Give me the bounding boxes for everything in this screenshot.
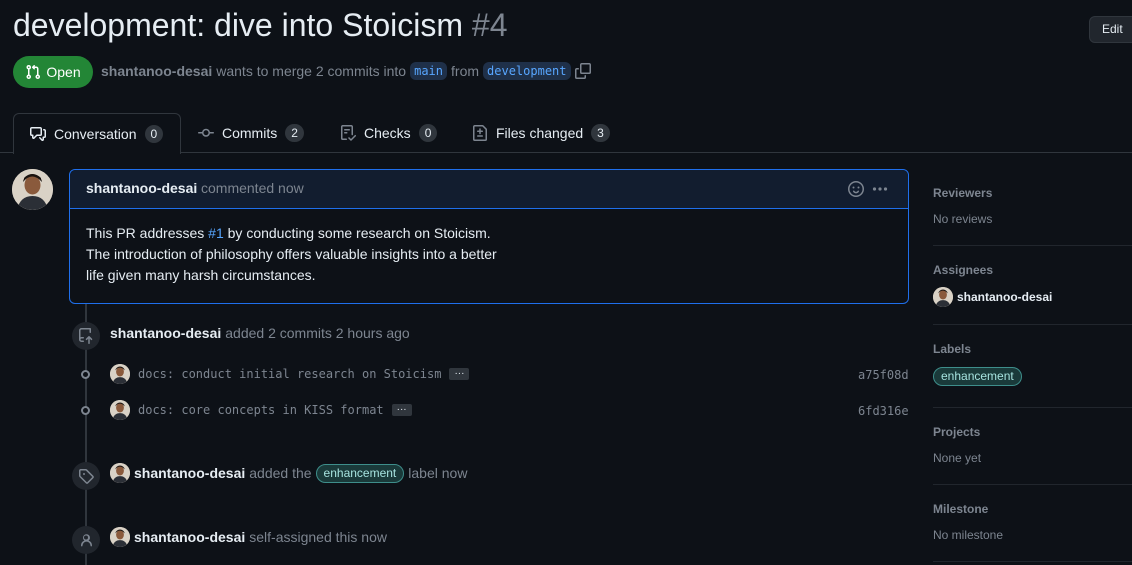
sidebar-heading-reviewers[interactable]: Reviewers (933, 186, 992, 200)
commit-sha[interactable]: a75f08d (858, 368, 909, 382)
tab-conversation[interactable]: Conversation 0 (13, 113, 181, 154)
sidebar-value-milestone: No milestone (933, 528, 1004, 542)
avatar-image (110, 527, 130, 547)
assignee[interactable]: shantanoo-desai (933, 287, 1052, 307)
event-text: added the (249, 465, 312, 481)
pr-title-text: development: dive into Stoicism (13, 7, 463, 43)
comment-header: shantanoo-desai commented now (70, 170, 908, 209)
git-pull-request-icon (26, 64, 41, 80)
tab-checks[interactable]: Checks 0 (340, 113, 438, 153)
avatar-image (110, 400, 130, 420)
commit-row: docs: core concepts in KISS format ··· (110, 400, 412, 420)
label-badge[interactable]: enhancement (315, 463, 405, 483)
smiley-icon[interactable] (848, 181, 864, 197)
tab-counter: 0 (418, 124, 438, 142)
checklist-icon (341, 125, 356, 141)
sidebar-value-reviewers: No reviews (933, 212, 993, 226)
tab-label: Conversation (54, 126, 137, 142)
merge-text: wants to merge 2 commits into (216, 63, 407, 79)
tag-icon (78, 469, 94, 484)
sidebar-divider (933, 561, 1132, 562)
commit-dot (81, 406, 90, 415)
pr-title: development: dive into Stoicism #4 (13, 4, 507, 46)
avatar-image (12, 169, 53, 210)
pr-meta: shantanoo-desai wants to merge 2 commits… (101, 61, 591, 81)
event-author[interactable]: shantanoo-desai (110, 325, 221, 341)
from-text: from (451, 63, 480, 79)
sidebar-divider (933, 245, 1132, 246)
commit-message[interactable]: docs: core concepts in KISS format (138, 403, 384, 417)
repo-push-icon (79, 328, 93, 344)
sidebar-heading-milestone[interactable]: Milestone (933, 502, 988, 516)
event-text: added 2 commits 2 hours ago (225, 325, 410, 341)
pr-author-link[interactable]: shantanoo-desai (101, 63, 212, 79)
event-author[interactable]: shantanoo-desai (134, 465, 245, 481)
avatar[interactable] (110, 527, 130, 547)
kebab-horizontal-icon[interactable] (872, 181, 888, 197)
expand-button[interactable]: ··· (391, 404, 412, 416)
sidebar-heading-assignees[interactable]: Assignees (933, 263, 993, 277)
avatar[interactable] (12, 169, 53, 210)
commit-dot (81, 370, 90, 379)
avatar[interactable] (110, 463, 130, 483)
base-branch[interactable]: main (410, 62, 448, 80)
commit-message[interactable]: docs: conduct initial research on Stoici… (138, 367, 441, 381)
edit-button[interactable]: Edit (1089, 16, 1132, 43)
comment-time[interactable]: commented now (201, 180, 304, 196)
tab-label: Commits (222, 125, 278, 141)
avatar[interactable] (110, 400, 130, 420)
sidebar-divider (933, 484, 1132, 485)
comment-line: life given many harsh circumstances. (86, 267, 316, 283)
expand-button[interactable]: ··· (449, 368, 470, 380)
sidebar-heading-projects[interactable]: Projects (933, 425, 980, 439)
timeline-badge (72, 322, 100, 350)
commit-sha[interactable]: 6fd316e (858, 404, 909, 418)
tab-label: Checks (364, 125, 411, 141)
comment-text: by conducting some research on Stoicism. (223, 225, 491, 241)
comment-text: This PR addresses (86, 225, 209, 241)
comment-body: This PR addresses #1 by conducting some … (86, 223, 886, 286)
avatar[interactable] (110, 364, 130, 384)
tab-files-changed[interactable]: Files changed 3 (472, 113, 610, 153)
comment-author[interactable]: shantanoo-desai (86, 180, 197, 196)
tab-counter: 0 (144, 125, 164, 143)
event-text: label now (408, 465, 468, 481)
assign-event: shantanoo-desai self-assigned this now (110, 527, 387, 547)
issue-link[interactable]: #1 (208, 225, 224, 241)
timeline-badge (72, 462, 100, 490)
state-label: Open (46, 64, 81, 80)
avatar-image (933, 287, 953, 307)
tab-counter: 2 (285, 124, 304, 142)
tab-label: Files changed (496, 125, 584, 141)
commits-event: shantanoo-desai added 2 commits 2 hours … (110, 323, 410, 343)
copy-icon[interactable] (574, 63, 591, 79)
comment-line: The introduction of philosophy offers va… (86, 246, 497, 262)
comment-line: This PR addresses #1 by conducting some … (86, 223, 886, 244)
timeline-badge (72, 526, 100, 554)
sidebar-heading-labels[interactable]: Labels (933, 342, 971, 356)
avatar-image (110, 463, 130, 483)
comment-discussion-icon (30, 127, 46, 141)
git-commit-icon (198, 128, 214, 137)
sidebar-divider (933, 324, 1132, 325)
event-text: self-assigned this now (249, 529, 387, 545)
head-branch[interactable]: development (483, 62, 571, 80)
event-author[interactable]: shantanoo-desai (134, 529, 245, 545)
comment-box: shantanoo-desai commented now This PR ad… (69, 169, 909, 304)
label-badge[interactable]: enhancement (933, 367, 1022, 386)
avatar-image (110, 364, 130, 384)
assignee-name[interactable]: shantanoo-desai (957, 290, 1052, 304)
file-diff-icon (473, 125, 487, 141)
pr-number: #4 (471, 7, 508, 43)
label-event: shantanoo-desai added the enhancement la… (110, 463, 467, 483)
person-icon (81, 534, 92, 547)
commit-row: docs: conduct initial research on Stoici… (110, 364, 470, 384)
state-badge: Open (13, 56, 93, 88)
tab-counter: 3 (591, 124, 610, 142)
sidebar-value-projects: None yet (933, 451, 982, 465)
sidebar-divider (933, 407, 1132, 408)
tab-commits[interactable]: Commits 2 (198, 113, 304, 153)
avatar (933, 287, 953, 307)
